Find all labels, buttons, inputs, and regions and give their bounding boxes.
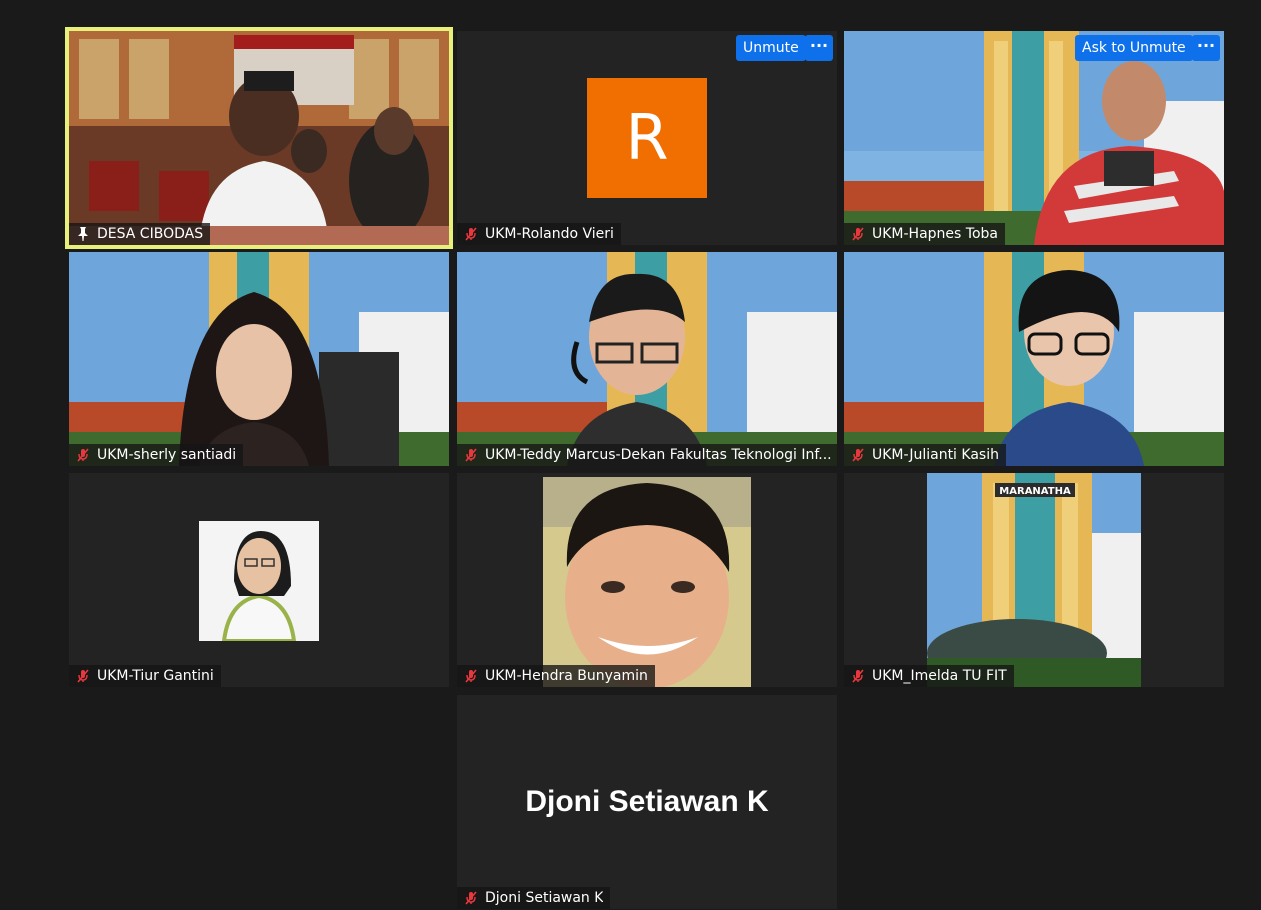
video-tile-imelda-tu-fit[interactable]: MARANATHA UKM_Imelda TU FIT — [844, 473, 1224, 687]
participant-name: UKM-Hapnes Toba — [872, 226, 998, 242]
video-tile-hendra-bunyamin[interactable]: UKM-Hendra Bunyamin — [457, 473, 837, 687]
muted-mic-icon — [465, 448, 477, 462]
participant-name-tag: UKM_Imelda TU FIT — [844, 665, 1014, 687]
participant-name-tag: UKM-Rolando Vieri — [457, 223, 621, 245]
participant-name: UKM-Rolando Vieri — [485, 226, 614, 242]
video-tile-desa-cibodas[interactable]: DESA CIBODAS — [65, 27, 453, 249]
participant-name-tag: UKM-sherly santiadi — [69, 444, 244, 466]
video-tile-teddy-marcus[interactable]: UKM-Teddy Marcus-Dekan Fakultas Teknolog… — [457, 252, 837, 466]
participant-name-tag: UKM-Tiur Gantini — [69, 665, 221, 687]
gallery-view: DESA CIBODAS R Unmute ··· UKM-Rolando Vi… — [0, 0, 1261, 910]
muted-mic-icon — [465, 891, 477, 905]
participant-name-tag: Djoni Setiawan K — [457, 887, 611, 909]
muted-mic-icon — [77, 669, 89, 683]
participant-name: UKM-Tiur Gantini — [97, 668, 214, 684]
ask-to-unmute-button[interactable]: Ask to Unmute — [1075, 35, 1193, 61]
muted-mic-icon — [852, 669, 864, 683]
building-sign: MARANATHA — [999, 486, 1071, 497]
muted-mic-icon — [465, 669, 477, 683]
participant-name-tag: UKM-Hapnes Toba — [844, 223, 1005, 245]
participant-name: DESA CIBODAS — [97, 226, 204, 242]
muted-mic-icon — [77, 448, 89, 462]
participant-name: UKM_Imelda TU FIT — [872, 668, 1007, 684]
participant-video — [69, 31, 449, 245]
more-options-button[interactable]: ··· — [805, 35, 833, 61]
participant-name: Djoni Setiawan K — [485, 890, 604, 906]
video-tile-hapnes-toba[interactable]: Ask to Unmute ··· UKM-Hapnes Toba — [844, 31, 1224, 245]
pin-icon — [78, 227, 88, 241]
participant-name-tag: DESA CIBODAS — [69, 223, 211, 245]
more-options-button[interactable]: ··· — [1192, 35, 1220, 61]
participant-video — [543, 477, 751, 687]
muted-mic-icon — [465, 227, 477, 241]
profile-photo — [199, 521, 319, 641]
participant-video — [844, 252, 1224, 466]
participant-video — [69, 252, 449, 466]
more-icon: ··· — [809, 36, 829, 55]
muted-mic-icon — [852, 227, 864, 241]
video-tile-rolando-vieri[interactable]: R Unmute ··· UKM-Rolando Vieri — [457, 31, 837, 245]
participant-video: MARANATHA — [927, 473, 1141, 687]
participant-name: UKM-Julianti Kasih — [872, 447, 999, 463]
video-tile-julianti-kasih[interactable]: UKM-Julianti Kasih — [844, 252, 1224, 466]
participant-name-tag: UKM-Hendra Bunyamin — [457, 665, 655, 687]
participant-name: UKM-Teddy Marcus-Dekan Fakultas Teknolog… — [485, 447, 832, 463]
participant-name-tag: UKM-Julianti Kasih — [844, 444, 1006, 466]
video-tile-tiur-gantini[interactable]: UKM-Tiur Gantini — [69, 473, 449, 687]
participant-name-tag: UKM-Teddy Marcus-Dekan Fakultas Teknolog… — [457, 444, 837, 466]
participant-display-name: Djoni Setiawan K — [525, 785, 769, 818]
video-tile-djoni-setiawan-k[interactable]: Djoni Setiawan K Djoni Setiawan K — [457, 695, 837, 909]
unmute-button[interactable]: Unmute — [736, 35, 806, 61]
video-tile-sherly-santiadi[interactable]: UKM-sherly santiadi — [69, 252, 449, 466]
muted-mic-icon — [852, 448, 864, 462]
more-icon: ··· — [1196, 36, 1216, 55]
avatar: R — [587, 78, 707, 198]
participant-name: UKM-Hendra Bunyamin — [485, 668, 648, 684]
participant-video — [844, 31, 1224, 245]
participant-name: UKM-sherly santiadi — [97, 447, 237, 463]
participant-video — [457, 252, 837, 466]
